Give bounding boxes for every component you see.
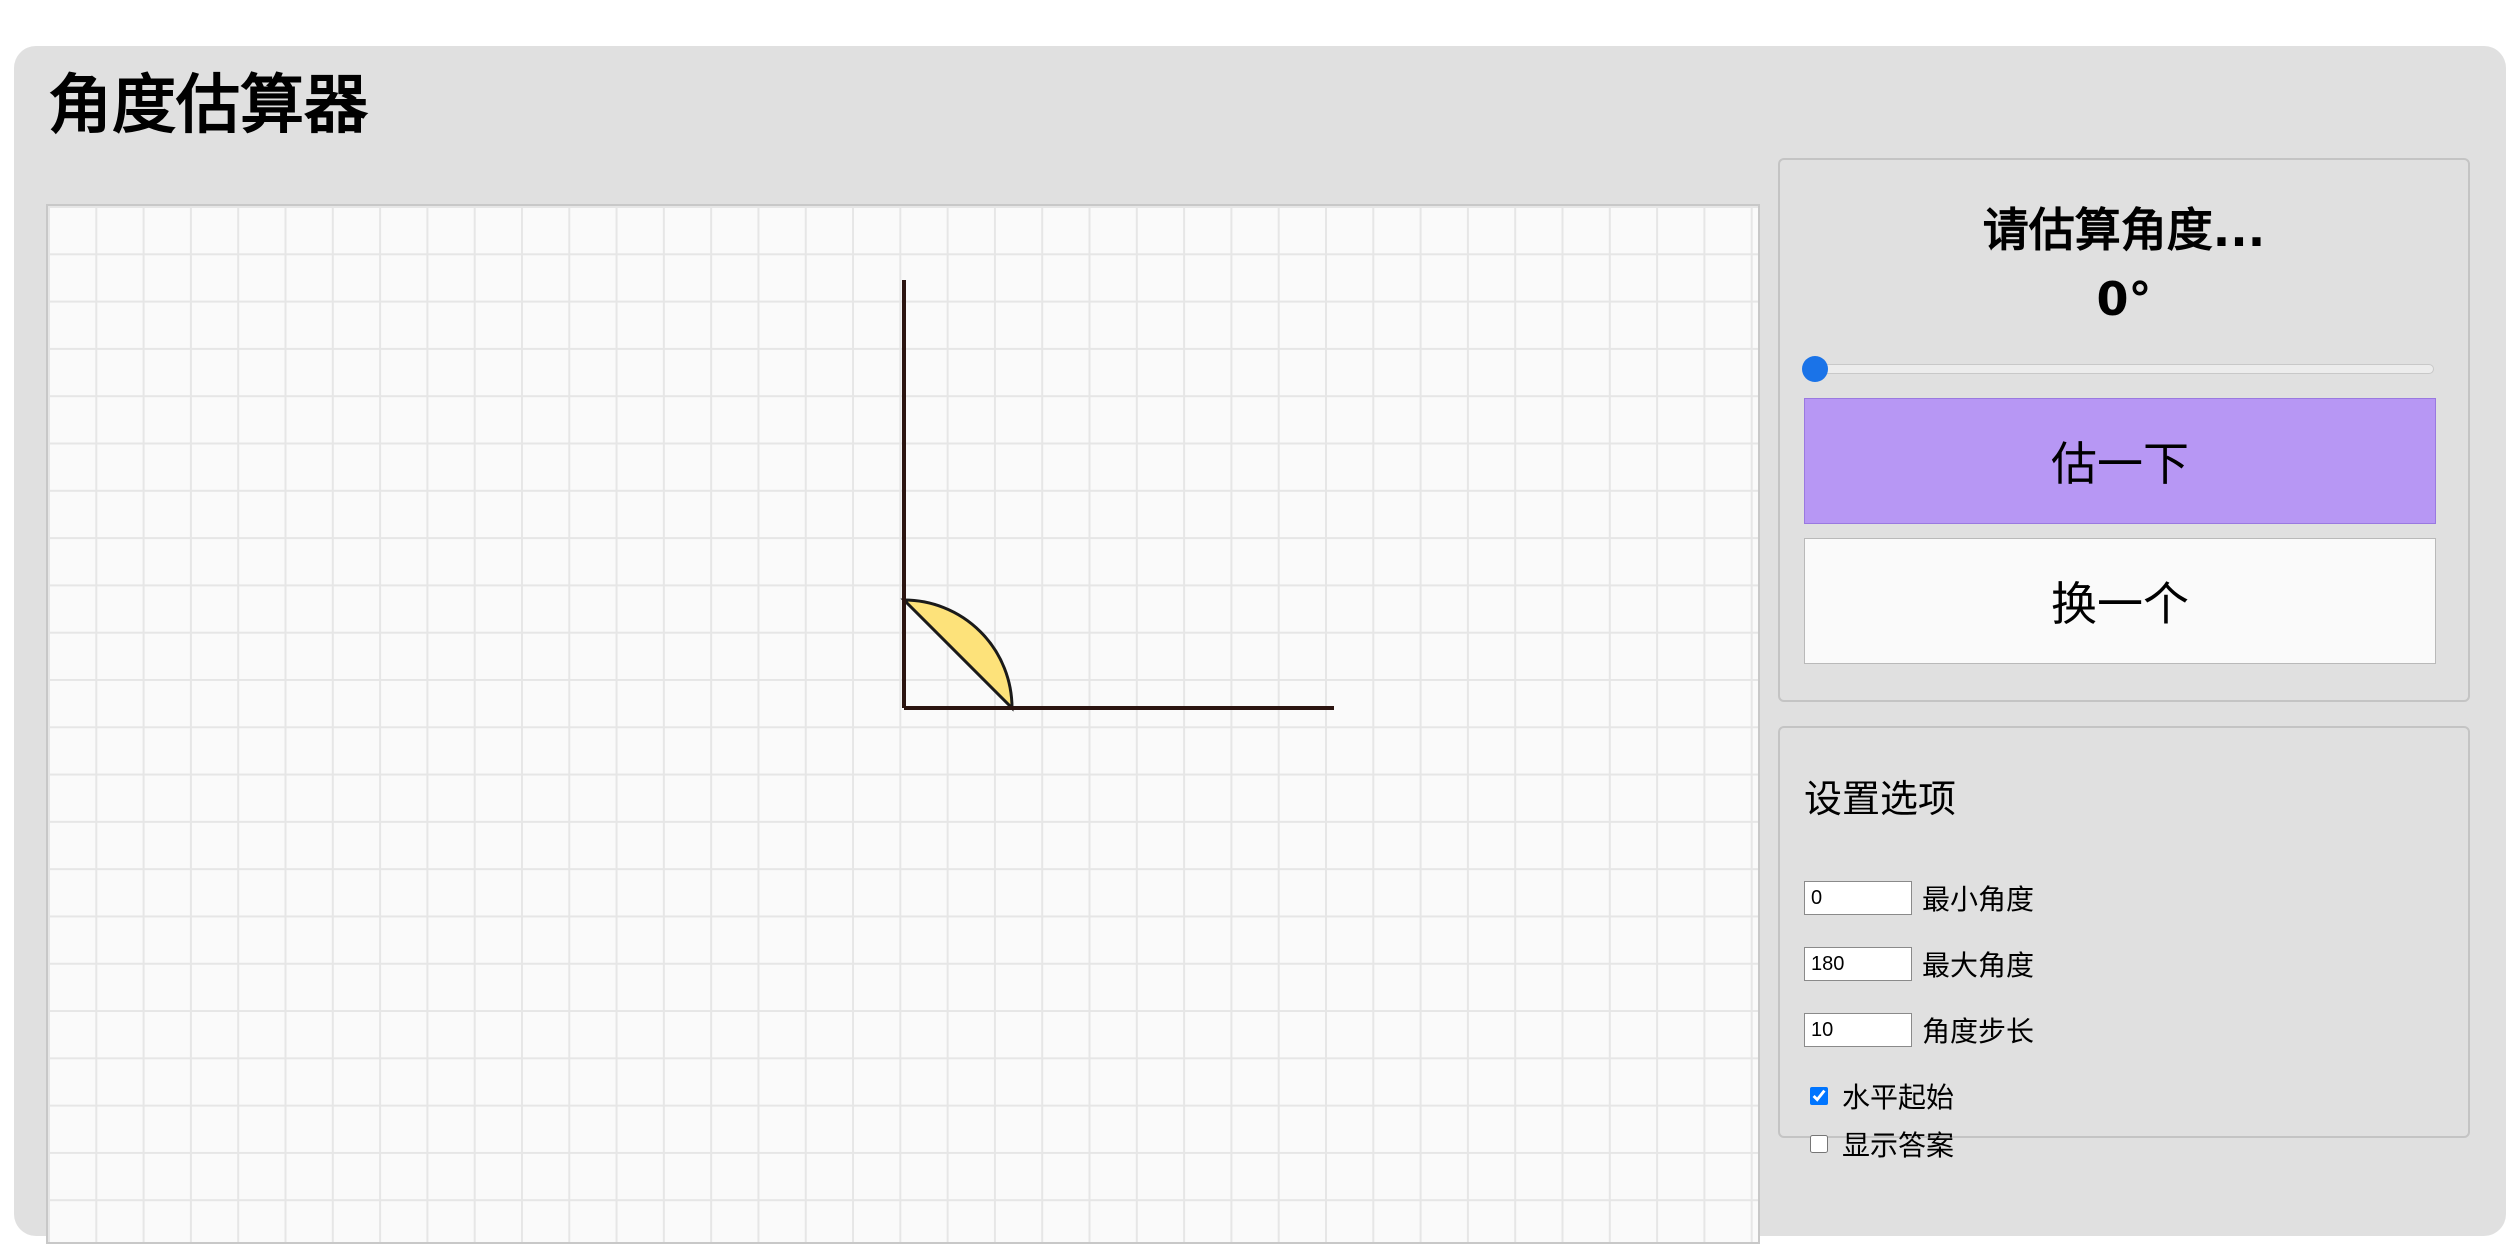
slider-track[interactable] [1804,364,2434,374]
settings-title: 设置选项 [1804,777,1957,821]
angle-step-label: 角度步长 [1922,1015,2035,1048]
min-angle-input[interactable] [1804,881,1912,915]
estimate-prompt: 请估算角度... [1982,203,2266,257]
max-angle-row: 最大角度 [1804,944,2034,984]
max-angle-label: 最大角度 [1922,949,2035,982]
estimate-button[interactable]: 估一下 [1804,398,2436,524]
angle-figure [900,280,1334,712]
angle-canvas [46,204,1760,1244]
horizontal-start-row: 水平起始 [1810,1076,1954,1116]
min-angle-row: 最小角度 [1804,878,2034,918]
angle-slider[interactable] [1802,356,2434,382]
new-angle-button[interactable]: 换一个 [1804,538,2436,664]
slider-thumb[interactable] [1802,356,1828,382]
show-answer-label: 显示答案 [1842,1129,1955,1162]
estimate-panel: 请估算角度... 0° 估一下 换一个 [1778,158,2470,702]
settings-panel: 设置选项 最小角度 最大角度 角度步长 水平起始 显示答案 [1778,726,2470,1162]
horizontal-start-label: 水平起始 [1842,1081,1955,1114]
angle-step-input[interactable] [1804,1013,1912,1047]
page-title: 角度估算器 [48,69,368,143]
horizontal-start-checkbox[interactable] [1810,1087,1828,1105]
show-answer-checkbox[interactable] [1810,1135,1828,1153]
max-angle-input[interactable] [1804,947,1912,981]
show-answer-row: 显示答案 [1810,1124,1954,1164]
angle-arc [900,598,1014,712]
angle-estimate-value: 0° [2096,272,2152,326]
min-angle-label: 最小角度 [1922,883,2035,916]
angle-step-row: 角度步长 [1804,1010,2034,1050]
